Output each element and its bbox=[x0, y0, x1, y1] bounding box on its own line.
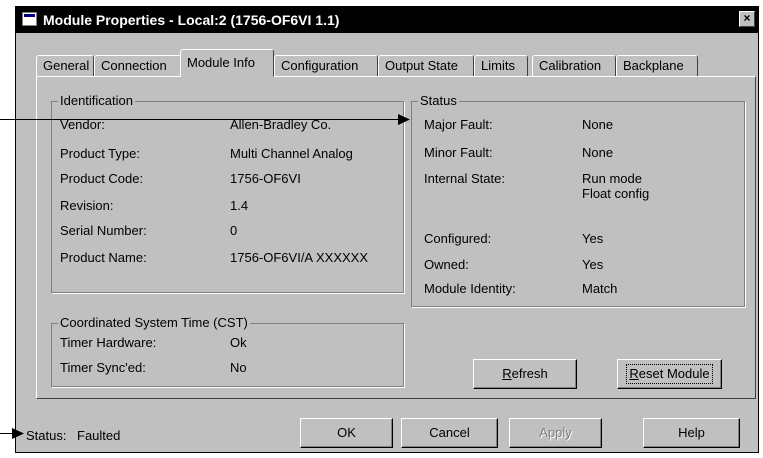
module-identity-value: Match bbox=[582, 281, 618, 296]
timer-synced-label: Timer Sync'ed: bbox=[60, 360, 146, 375]
tab-general[interactable]: General bbox=[36, 55, 94, 77]
module-properties-dialog: Module Properties - Local:2 (1756-OF6VI … bbox=[15, 6, 759, 453]
internal-state-label: Internal State: bbox=[424, 171, 505, 186]
tab-connection[interactable]: Connection bbox=[94, 55, 182, 77]
owned-label: Owned: bbox=[424, 257, 469, 272]
minor-fault-value: None bbox=[582, 145, 614, 160]
tab-configuration[interactable]: Configuration bbox=[274, 55, 378, 77]
owned-value: Yes bbox=[582, 257, 604, 272]
major-fault-label: Major Fault: bbox=[424, 117, 493, 132]
reset-module-button[interactable]: Reset Module bbox=[617, 359, 722, 389]
tab-output-state[interactable]: Output State bbox=[378, 55, 474, 77]
apply-button[interactable]: Apply bbox=[509, 418, 602, 448]
identification-group: Identification Vendor: Allen-Bradley Co.… bbox=[51, 93, 404, 293]
product-type-value: Multi Channel Analog bbox=[230, 146, 353, 161]
cst-group: Coordinated System Time (CST) Timer Hard… bbox=[51, 315, 404, 387]
refresh-button-accel: R bbox=[502, 366, 512, 381]
refresh-button[interactable]: Refresh bbox=[473, 359, 577, 389]
callout-arrowhead-top bbox=[398, 114, 410, 125]
status-group: Status Major Fault: None Minor Fault: No… bbox=[411, 93, 745, 307]
cst-title: Coordinated System Time (CST) bbox=[58, 315, 250, 330]
tab-limits[interactable]: Limits bbox=[474, 55, 528, 77]
window-title: Module Properties - Local:2 (1756-OF6VI … bbox=[43, 12, 340, 28]
help-button[interactable]: Help bbox=[643, 418, 740, 448]
configured-label: Configured: bbox=[424, 231, 492, 246]
status-title: Status bbox=[418, 93, 459, 108]
cancel-button[interactable]: Cancel bbox=[401, 418, 498, 448]
product-code-value: 1756-OF6VI bbox=[230, 171, 301, 186]
callout-line-top bbox=[0, 119, 404, 120]
callout-arrowhead-bottom bbox=[12, 428, 24, 439]
revision-label: Revision: bbox=[60, 198, 114, 213]
revision-value: 1.4 bbox=[230, 198, 249, 213]
reset-module-accel: R bbox=[629, 366, 639, 381]
major-fault-value: None bbox=[582, 117, 614, 132]
timer-hardware-label: Timer Hardware: bbox=[60, 335, 157, 350]
product-name-label: Product Name: bbox=[60, 250, 147, 265]
reset-module-focus: Reset Module bbox=[626, 364, 713, 384]
close-icon[interactable]: × bbox=[739, 11, 755, 27]
product-type-label: Product Type: bbox=[60, 146, 140, 161]
internal-state-value: Run mode bbox=[582, 171, 642, 186]
configured-value: Yes bbox=[582, 231, 604, 246]
tab-module-info[interactable]: Module Info bbox=[180, 49, 274, 77]
product-name-value: 1756-OF6VI/A XXXXXX bbox=[230, 250, 369, 265]
ok-button[interactable]: OK bbox=[300, 418, 393, 448]
reset-module-label-post: eset Module bbox=[638, 366, 710, 381]
module-info-panel: Identification Vendor: Allen-Bradley Co.… bbox=[36, 76, 756, 399]
timer-hardware-value: Ok bbox=[230, 335, 247, 350]
identification-title: Identification bbox=[58, 93, 135, 108]
serial-number-value: 0 bbox=[230, 223, 238, 238]
product-code-label: Product Code: bbox=[60, 171, 144, 186]
internal-state-value-2: Float config bbox=[582, 186, 650, 201]
footer-status-label: Status: bbox=[26, 428, 67, 443]
tab-calibration[interactable]: Calibration bbox=[532, 55, 616, 77]
title-bar: Module Properties - Local:2 (1756-OF6VI … bbox=[16, 7, 758, 33]
window-icon[interactable] bbox=[22, 12, 37, 26]
footer-status-value: Faulted bbox=[77, 428, 121, 443]
tab-backplane[interactable]: Backplane bbox=[616, 55, 698, 77]
module-identity-label: Module Identity: bbox=[424, 281, 516, 296]
refresh-button-label-post: efresh bbox=[511, 366, 548, 381]
minor-fault-label: Minor Fault: bbox=[424, 145, 493, 160]
serial-number-label: Serial Number: bbox=[60, 223, 147, 238]
timer-synced-value: No bbox=[230, 360, 247, 375]
